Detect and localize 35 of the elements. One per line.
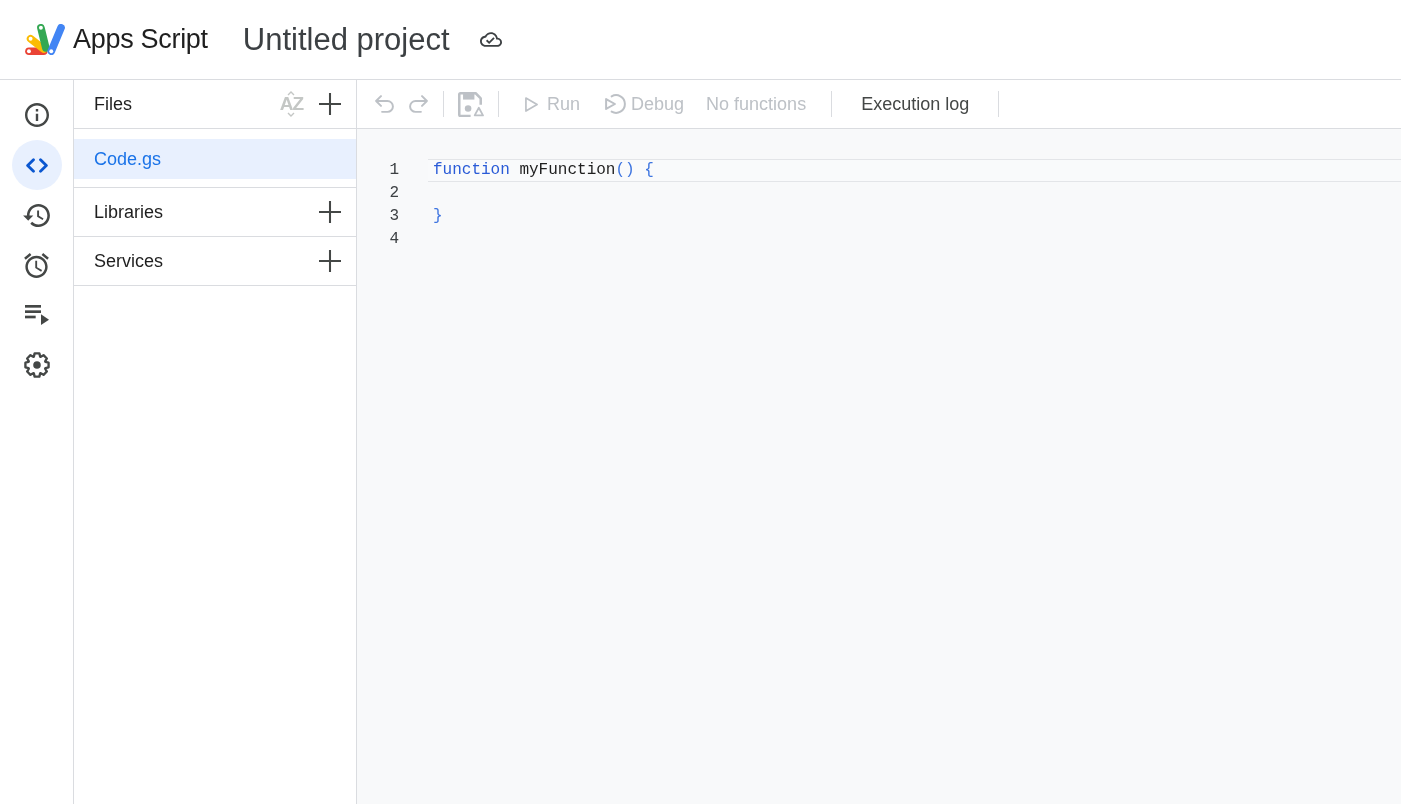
redo-icon	[409, 95, 428, 113]
section-heading: Libraries	[94, 201, 165, 223]
line-number: 4	[388, 229, 400, 250]
info-icon	[24, 103, 49, 127]
history-icon	[23, 203, 50, 227]
settings-icon	[23, 352, 50, 378]
plus-icon	[319, 201, 341, 223]
nav-rail-item[interactable]	[11, 140, 62, 190]
section-heading: Services	[94, 250, 165, 272]
logo-icon	[25, 24, 65, 55]
cloud-check-icon	[479, 32, 502, 47]
floppy-disk-icon	[458, 91, 484, 117]
file-item[interactable]: Code.gs	[74, 139, 356, 179]
line-number: 1	[388, 160, 400, 181]
product-name: Apps Script	[73, 24, 208, 55]
line-number: 2	[388, 183, 400, 204]
list-play-icon	[24, 305, 49, 325]
execution-log-button[interactable]: Execution log	[851, 86, 980, 122]
undo-icon	[375, 95, 394, 113]
add-button[interactable]	[317, 199, 343, 225]
play-icon	[525, 96, 538, 112]
code-line: function myFunction() {	[433, 161, 654, 179]
alarm-clock-icon	[24, 252, 49, 278]
plus-icon	[319, 93, 341, 115]
plus-icon	[319, 250, 341, 272]
add-button[interactable]	[317, 91, 343, 117]
code-brackets-icon	[25, 157, 48, 173]
play-ring-icon	[605, 94, 627, 114]
caret-down-icon	[287, 112, 296, 117]
line-number: 3	[388, 206, 400, 227]
files-heading: Files	[94, 93, 133, 115]
add-button[interactable]	[317, 248, 343, 274]
caret-up-icon	[287, 91, 296, 96]
code-line: }	[433, 207, 443, 225]
project-title[interactable]: Untitled project	[242, 21, 450, 58]
